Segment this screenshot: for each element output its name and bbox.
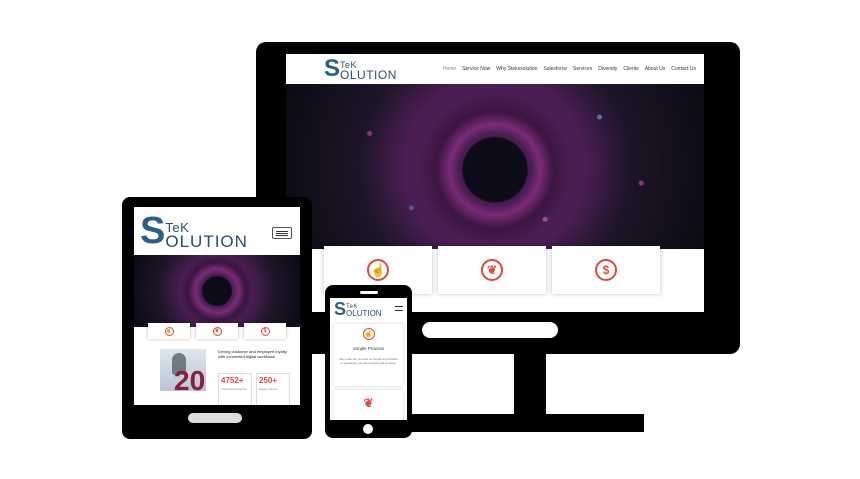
nav-services[interactable]: Services xyxy=(573,66,592,72)
intro-text: Driving customer and employee loyalty wi… xyxy=(218,349,287,359)
monitor-chin-logo xyxy=(422,322,558,338)
feature-card-dollar[interactable]: $ xyxy=(552,246,660,294)
dollar-icon: $ xyxy=(260,326,270,336)
main-nav: Home Service Now Why Stekssolution Sales… xyxy=(443,66,696,72)
stat-card: 4752+ Successful projects xyxy=(218,373,252,405)
nav-diversity[interactable]: Diversity xyxy=(598,66,617,72)
hero-banner xyxy=(286,84,704,249)
tablet-header: S TeK OLUTION xyxy=(134,207,300,255)
stat-label: Happy clients xyxy=(259,387,278,391)
nav-contact-us[interactable]: Contact Us xyxy=(671,66,696,72)
simple-process-card[interactable]: ☝ Simple Process We make the process as … xyxy=(334,324,403,386)
desktop-header: S TeK OLUTION Home Service Now Why Steks… xyxy=(286,54,704,84)
phone-logo[interactable]: S TeK OLUTION xyxy=(334,300,382,318)
feature-card-leaf[interactable]: ❦ xyxy=(438,246,546,294)
dollar-icon: $ xyxy=(595,259,617,281)
hand-pointer-icon: ☝ xyxy=(164,326,174,336)
logo-solution: OLUTION xyxy=(165,231,248,251)
hand-pointer-icon: ☝ xyxy=(367,259,389,281)
tablet-logo[interactable]: S TeK OLUTION xyxy=(140,212,248,250)
tablet-intro: Driving customer and employee loyalty wi… xyxy=(218,349,294,359)
phone-speaker xyxy=(360,291,378,294)
tablet-hero xyxy=(134,255,300,327)
tablet-device: S TeK OLUTION ☝ ❦ $ 20 Driving customer … xyxy=(122,197,312,439)
monitor-base xyxy=(410,414,644,432)
nav-about-us[interactable]: About Us xyxy=(645,66,666,72)
stat-value: 4752+ xyxy=(221,376,244,385)
tablet-feature-cards: ☝ ❦ $ xyxy=(134,323,300,339)
leaf-icon: ❦ xyxy=(481,259,503,281)
logo-s: S xyxy=(324,55,341,82)
nav-home[interactable]: Home xyxy=(443,66,456,72)
leaf-card[interactable]: ❦ xyxy=(334,390,403,420)
phone-home-button[interactable] xyxy=(363,424,373,434)
tablet-screen: S TeK OLUTION ☝ ❦ $ 20 Driving customer … xyxy=(134,207,300,405)
desktop-screen: S TeK OLUTION Home Service Now Why Steks… xyxy=(286,54,704,312)
card-description: We make the process as simple as possibl… xyxy=(339,357,398,366)
stat-value: 250+ xyxy=(259,376,278,385)
stats-row: 4752+ Successful projects 250+ Happy cli… xyxy=(218,373,290,405)
stat-card: 250+ Happy clients xyxy=(256,373,290,405)
nav-clients[interactable]: Clients xyxy=(623,66,638,72)
leaf-icon: ❦ xyxy=(363,396,374,410)
years-badge: 20 xyxy=(174,365,206,396)
nav-service-now[interactable]: Service Now xyxy=(462,66,490,72)
tablet-card[interactable]: ☝ xyxy=(148,323,190,339)
phone-screen: S TeK OLUTION ☝ Simple Process We make t… xyxy=(330,298,407,420)
tablet-about-section: 20 Driving customer and employee loyalty… xyxy=(134,349,300,405)
logo-s: S xyxy=(334,299,347,319)
logo-s: S xyxy=(140,210,166,252)
logo-solution: OLUTION xyxy=(346,309,382,319)
logo-solution: OLUTION xyxy=(340,67,397,82)
monitor-neck xyxy=(514,354,546,416)
leaf-icon: ❦ xyxy=(212,326,222,336)
tablet-card[interactable]: ❦ xyxy=(196,323,238,339)
hand-pointer-icon: ☝ xyxy=(362,328,375,340)
nav-why-stekssolution[interactable]: Why Stekssolution xyxy=(496,66,537,72)
site-logo[interactable]: S TeK OLUTION xyxy=(324,57,397,81)
stat-label: Successful projects xyxy=(221,387,247,391)
card-title: Simple Process xyxy=(352,346,385,351)
nav-salesforce[interactable]: Salesforce xyxy=(543,66,567,72)
responsive-mockup: S TeK OLUTION Home Service Now Why Steks… xyxy=(0,0,860,479)
tablet-card[interactable]: $ xyxy=(244,323,286,339)
phone-device: S TeK OLUTION ☝ Simple Process We make t… xyxy=(325,285,412,438)
hamburger-menu-icon[interactable] xyxy=(272,227,292,239)
hamburger-menu-icon[interactable] xyxy=(395,306,403,311)
tablet-home-button[interactable] xyxy=(188,413,242,423)
phone-header: S TeK OLUTION xyxy=(330,298,407,320)
